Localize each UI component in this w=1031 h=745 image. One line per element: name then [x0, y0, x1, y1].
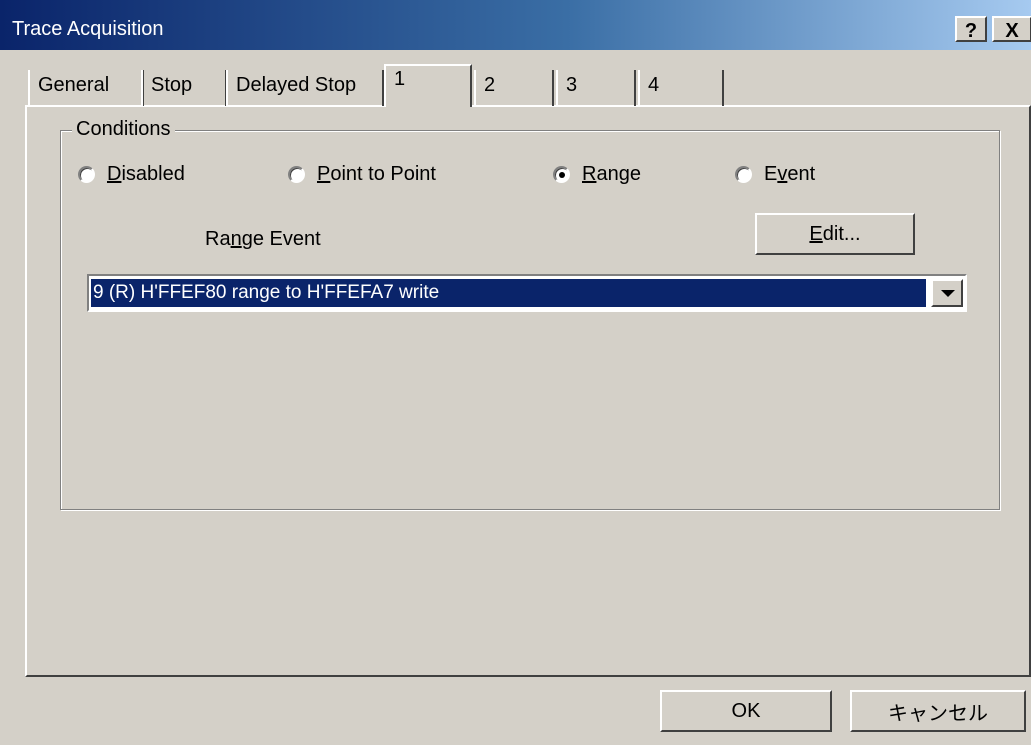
window-title: Trace Acquisition — [12, 18, 164, 40]
ok-button-label: OK — [731, 699, 761, 722]
ok-button[interactable]: OK — [660, 690, 832, 732]
conditions-group-label: Conditions — [72, 118, 175, 141]
radio-event[interactable]: Event — [735, 160, 815, 188]
radio-disabled-circle — [78, 165, 95, 183]
radio-disabled[interactable]: Disabled — [78, 160, 185, 188]
help-button[interactable]: ? — [955, 16, 987, 42]
conditions-groupbox — [60, 130, 1000, 510]
dropdown-arrow-icon[interactable] — [931, 279, 963, 307]
radio-selected-dot — [559, 171, 565, 178]
radio-point-to-point[interactable]: Point to Point — [288, 160, 436, 188]
tab-delayed-stop-label: Delayed Stop — [236, 74, 357, 96]
radio-event-circle — [735, 165, 752, 183]
tab-3-label: 3 — [566, 74, 578, 96]
tab-stop[interactable]: Stop — [141, 70, 227, 106]
cancel-button-label: キャンセル — [888, 702, 988, 725]
radio-range-label: Range — [582, 162, 641, 185]
range-event-label: Range Event — [205, 228, 321, 250]
radio-range[interactable]: Range — [553, 160, 641, 188]
title-bar: Trace Acquisition ? X — [0, 0, 1031, 50]
radio-range-circle — [553, 165, 570, 183]
tab-1[interactable]: 1 — [384, 64, 472, 107]
radio-event-label: Event — [764, 162, 816, 185]
tab-general[interactable]: General — [28, 70, 144, 106]
close-button[interactable]: X — [992, 16, 1031, 42]
edit-button[interactable]: Edit... — [755, 213, 915, 255]
cancel-button[interactable]: キャンセル — [850, 690, 1026, 732]
radio-point-to-point-circle — [288, 165, 305, 183]
range-event-selected-value: 9 (R) H'FFEF80 range to H'FFEFA7 write — [91, 279, 926, 307]
radio-point-to-point-label: Point to Point — [317, 162, 436, 185]
tab-4[interactable]: 4 — [638, 70, 724, 106]
tab-2-label: 2 — [484, 74, 496, 96]
tab-stop-label: Stop — [151, 74, 193, 96]
tab-1-label: 1 — [394, 68, 406, 90]
range-event-dropdown[interactable]: 9 (R) H'FFEF80 range to H'FFEFA7 write — [87, 274, 967, 312]
tab-general-label: General — [38, 74, 110, 96]
tab-4-label: 4 — [648, 74, 660, 96]
tab-2[interactable]: 2 — [474, 70, 554, 106]
edit-button-label: Edit... — [809, 222, 861, 245]
radio-disabled-label: Disabled — [107, 162, 185, 185]
tab-delayed-stop[interactable]: Delayed Stop — [226, 70, 384, 106]
tab-3[interactable]: 3 — [556, 70, 636, 106]
